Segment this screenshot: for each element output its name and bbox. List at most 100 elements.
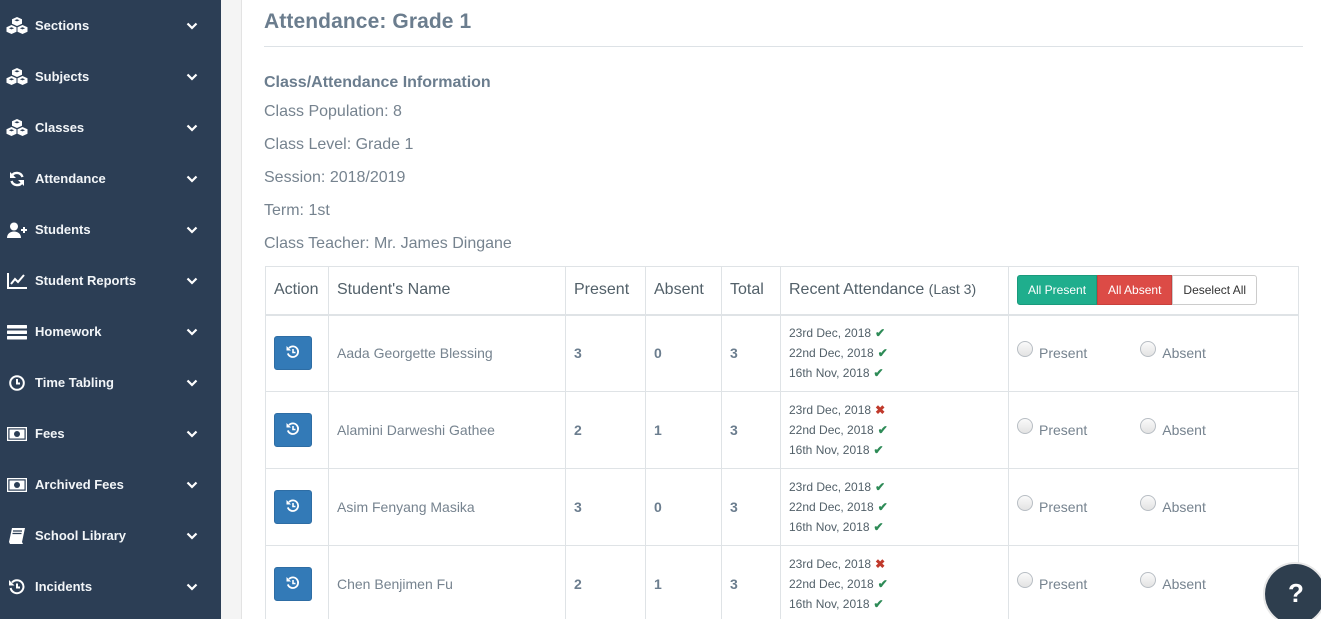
bulk-button-group: All Present All Absent Deselect All xyxy=(1017,275,1298,306)
present-radio[interactable]: Present xyxy=(1017,495,1088,515)
chevron-down-icon xyxy=(185,121,199,135)
radio-circle[interactable] xyxy=(1017,572,1033,588)
history-icon xyxy=(286,499,300,516)
absent-radio[interactable]: Absent xyxy=(1140,495,1206,515)
table-row: Alamini Darweshi Gathee 2 1 3 23rd Dec, 2018… xyxy=(265,391,1299,469)
attendance-date: 23rd Dec, 2018 xyxy=(789,480,872,494)
action-cell xyxy=(265,468,329,546)
total-count: 3 xyxy=(721,314,781,392)
absent-radio[interactable]: Absent xyxy=(1140,572,1206,592)
check-icon: ✔ xyxy=(873,366,884,381)
sidebar-nav: Sections Subjects Classes Attendance Student… xyxy=(0,0,221,612)
line-chart-icon xyxy=(5,271,29,291)
total-count: 3 xyxy=(721,545,781,619)
all-present-button[interactable]: All Present xyxy=(1017,275,1098,306)
present-radio[interactable]: Present xyxy=(1017,572,1088,592)
present-radio-label: Present xyxy=(1039,422,1088,438)
table-body: Aada Georgette Blessing 3 0 3 23rd Dec, 2018… xyxy=(265,314,1299,619)
main-panel: Attendance: Grade 1 Class/Attendance Inf… xyxy=(241,0,1321,619)
header-name: Student's Name xyxy=(328,266,566,316)
chevron-down-icon xyxy=(185,325,199,339)
attendance-date: 23rd Dec, 2018 xyxy=(789,557,872,571)
present-radio[interactable]: Present xyxy=(1017,341,1088,362)
radio-circle[interactable] xyxy=(1017,418,1033,434)
sidebar-item-attendance[interactable]: Attendance xyxy=(0,153,221,204)
recent-attendance-entry: 16th Nov, 2018 ✔ xyxy=(789,440,1008,460)
header-recent-note: (Last 3) xyxy=(928,281,977,298)
header-recent: Recent Attendance (Last 3) xyxy=(780,266,1009,316)
sidebar-item-subjects[interactable]: Subjects xyxy=(0,51,221,102)
sidebar-item-classes[interactable]: Classes xyxy=(0,102,221,153)
recent-attendance-entry: 16th Nov, 2018 ✔ xyxy=(789,594,1008,614)
recent-attendance-list: 23rd Dec, 2018 ✔ 22nd Dec, 2018 ✔ 16th Nov, … xyxy=(789,477,1008,537)
sidebar-item-sections[interactable]: Sections xyxy=(0,0,221,51)
history-icon xyxy=(286,345,300,362)
all-absent-button[interactable]: All Absent xyxy=(1097,275,1173,306)
present-count: 2 xyxy=(565,545,646,619)
present-radio-label: Present xyxy=(1039,499,1088,515)
help-button[interactable]: ? xyxy=(1263,562,1321,619)
attendance-radio-group: Present Absent xyxy=(1017,495,1298,515)
radio-circle[interactable] xyxy=(1017,341,1033,358)
info-heading: Class/Attendance Information xyxy=(264,74,491,91)
money-icon xyxy=(5,424,29,444)
mark-attendance-cell: Present Absent xyxy=(1008,468,1299,546)
absent-radio[interactable]: Absent xyxy=(1140,341,1206,361)
sidebar-item-homework[interactable]: Homework xyxy=(0,306,221,357)
attendance-history-button[interactable] xyxy=(274,490,312,524)
attendance-date: 16th Nov, 2018 xyxy=(789,366,870,381)
check-icon: ✔ xyxy=(873,520,884,534)
check-icon: ✔ xyxy=(875,326,886,341)
total-count: 3 xyxy=(721,391,781,469)
sidebar-item-school-library[interactable]: School Library xyxy=(0,510,221,561)
recent-attendance-entry: 23rd Dec, 2018 ✔ xyxy=(789,477,1008,497)
sidebar-item-label: Incidents xyxy=(35,579,93,594)
absent-radio[interactable]: Absent xyxy=(1140,418,1206,438)
sidebar-item-label: Fees xyxy=(35,426,65,441)
present-radio-label: Present xyxy=(1039,345,1088,362)
sidebar: Sections Subjects Classes Attendance Student… xyxy=(0,0,221,619)
book-icon xyxy=(5,526,29,546)
table-row: Chen Benjimen Fu 2 1 3 23rd Dec, 2018 ✖ 22nd D… xyxy=(265,545,1299,619)
present-radio[interactable]: Present xyxy=(1017,418,1088,438)
check-icon: ✔ xyxy=(877,423,888,437)
sidebar-item-time-tabling[interactable]: Time Tabling xyxy=(0,357,221,408)
student-name: Asim Fenyang Masika xyxy=(328,468,566,546)
deselect-all-button[interactable]: Deselect All xyxy=(1172,275,1258,306)
chevron-down-icon xyxy=(185,478,199,492)
chevron-down-icon xyxy=(185,172,199,186)
table-row: Asim Fenyang Masika 3 0 3 23rd Dec, 2018 ✔ 22n… xyxy=(265,468,1299,546)
cubes-icon xyxy=(5,118,29,138)
attendance-history-button[interactable] xyxy=(274,413,312,447)
present-count: 3 xyxy=(565,314,646,392)
radio-circle[interactable] xyxy=(1140,341,1157,358)
user-plus-icon xyxy=(5,220,29,240)
recent-attendance-entry: 16th Nov, 2018 ✔ xyxy=(789,363,1008,383)
attendance-history-button[interactable] xyxy=(274,336,312,371)
sidebar-item-student-reports[interactable]: Student Reports xyxy=(0,255,221,306)
attendance-radio-group: Present Absent xyxy=(1017,341,1298,362)
total-count: 3 xyxy=(721,468,781,546)
sidebar-item-archived-fees[interactable]: Archived Fees xyxy=(0,459,221,510)
radio-circle[interactable] xyxy=(1140,495,1157,511)
chevron-down-icon xyxy=(185,580,199,594)
sidebar-item-incidents[interactable]: Incidents xyxy=(0,561,221,612)
recent-attendance-entry: 22nd Dec, 2018 ✔ xyxy=(789,343,1008,363)
present-radio-label: Present xyxy=(1039,576,1088,592)
sidebar-item-students[interactable]: Students xyxy=(0,204,221,255)
radio-circle[interactable] xyxy=(1017,495,1033,511)
term: Term: 1st xyxy=(264,202,330,219)
session: Session: 2018/2019 xyxy=(264,169,406,186)
radio-circle[interactable] xyxy=(1140,418,1157,434)
radio-circle[interactable] xyxy=(1140,572,1157,588)
attendance-date: 23rd Dec, 2018 xyxy=(789,403,872,417)
chevron-down-icon xyxy=(185,223,199,237)
attendance-date: 22nd Dec, 2018 xyxy=(789,346,874,361)
check-icon: ✔ xyxy=(873,443,884,457)
sidebar-item-fees[interactable]: Fees xyxy=(0,408,221,459)
cross-icon: ✖ xyxy=(875,403,886,417)
recent-attendance-entry: 16th Nov, 2018 ✔ xyxy=(789,517,1008,537)
recent-attendance-cell: 23rd Dec, 2018 ✔ 22nd Dec, 2018 ✔ 16th Nov, … xyxy=(780,468,1009,546)
header-total: Total xyxy=(721,266,781,316)
attendance-history-button[interactable] xyxy=(274,567,312,601)
